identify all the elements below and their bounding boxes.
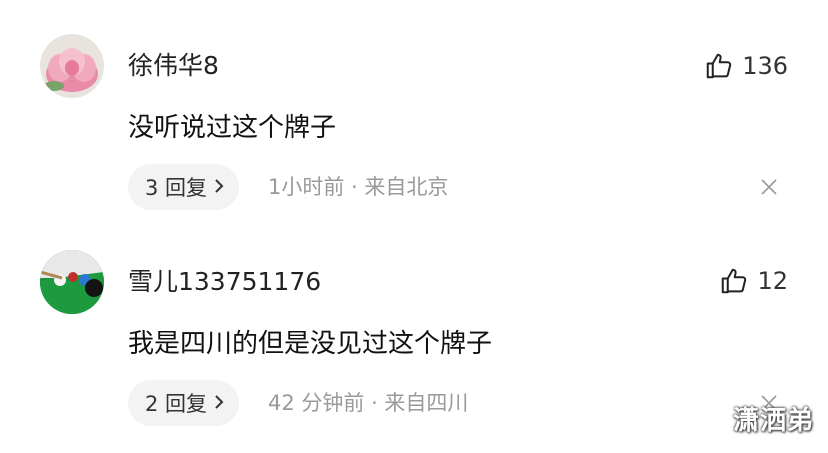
replies-button[interactable]: 2 回复	[128, 380, 240, 426]
comment-meta: 42 分钟前 · 来自四川	[268, 391, 469, 415]
watermark: 潇洒弟	[732, 406, 814, 436]
thumbs-up-icon	[719, 266, 749, 296]
replies-label: 2 回复	[145, 392, 208, 416]
like-count: 12	[757, 267, 788, 295]
like-button[interactable]: 12	[719, 265, 788, 297]
thumbs-up-icon	[704, 51, 734, 81]
chevron-right-icon	[213, 175, 225, 199]
replies-button[interactable]: 3 回复	[128, 164, 240, 210]
chevron-right-icon	[213, 391, 225, 415]
replies-label: 3 回复	[145, 176, 208, 200]
close-icon[interactable]	[760, 178, 778, 196]
username[interactable]: 雪儿133751176	[128, 266, 321, 298]
username[interactable]: 徐伟华8	[128, 50, 219, 82]
comment-text: 没听说过这个牌子	[128, 113, 337, 143]
like-count: 136	[742, 52, 788, 80]
like-button[interactable]: 136	[704, 50, 788, 82]
comment-meta: 1小时前 · 来自北京	[268, 175, 449, 199]
avatar[interactable]	[40, 250, 104, 314]
comment-text: 我是四川的但是没见过这个牌子	[128, 329, 493, 359]
avatar[interactable]	[40, 34, 104, 98]
